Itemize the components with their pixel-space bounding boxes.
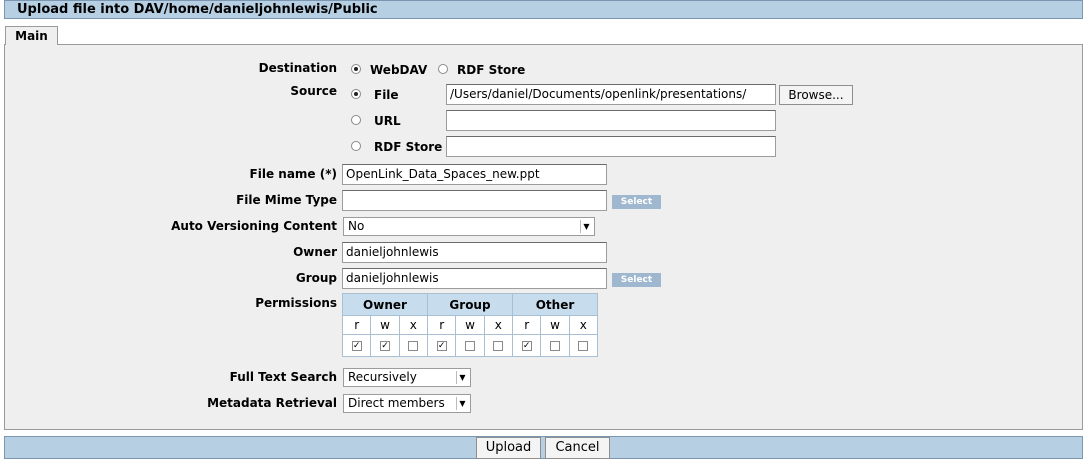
source-url-radio[interactable]	[351, 115, 361, 125]
permission-bit-label: w	[455, 315, 485, 335]
source-rdf-label: RDF Store	[374, 140, 443, 154]
permissions-label: Permissions	[255, 296, 337, 310]
destination-webdav-label: WebDAV	[370, 63, 428, 77]
group-label: Group	[295, 271, 337, 285]
source-rdf-input[interactable]	[446, 136, 776, 157]
mime-select-button[interactable]: Select	[612, 195, 661, 209]
footer-bar	[4, 436, 1083, 459]
destination-rdf-label: RDF Store	[457, 63, 526, 77]
fts-label: Full Text Search	[229, 370, 337, 384]
permission-checkbox[interactable]	[578, 341, 589, 351]
permissions-other-header: Other	[512, 293, 598, 316]
source-label: Source	[290, 84, 337, 98]
permission-cell	[568, 334, 599, 357]
file-name-input[interactable]: OpenLink_Data_Spaces_new.ppt	[342, 164, 607, 185]
versioning-value: No	[348, 219, 365, 233]
file-name-label: File name (*)	[249, 167, 337, 181]
permission-bit-label: r	[426, 315, 457, 335]
fts-select[interactable]: Recursively ▼	[343, 368, 471, 387]
tab-main[interactable]: Main	[5, 26, 58, 45]
permission-checkbox[interactable]	[408, 341, 419, 351]
source-file-label: File	[374, 88, 399, 102]
source-rdf-radio[interactable]	[351, 141, 361, 151]
destination-rdf-radio[interactable]	[438, 64, 448, 74]
permission-checkbox[interactable]	[464, 341, 475, 351]
metadata-select[interactable]: Direct members ▼	[343, 394, 471, 413]
owner-input[interactable]: danieljohnlewis	[342, 242, 607, 263]
mime-type-label: File Mime Type	[236, 193, 337, 207]
page-title: Upload file into DAV/home/danieljohnlewi…	[4, 0, 1083, 19]
group-input[interactable]: danieljohnlewis	[342, 268, 607, 289]
permissions-group-header: Group	[427, 293, 513, 316]
cancel-button[interactable]: Cancel	[545, 437, 610, 459]
permission-cell	[398, 334, 429, 357]
source-file-input[interactable]: /Users/daniel/Documents/openlink/present…	[446, 84, 776, 105]
destination-label: Destination	[258, 61, 337, 75]
fts-value: Recursively	[348, 370, 417, 384]
permission-checkbox[interactable]: ✓	[436, 341, 447, 351]
permission-checkbox[interactable]	[493, 341, 504, 351]
upload-button[interactable]: Upload	[476, 437, 541, 459]
versioning-label: Auto Versioning Content	[171, 219, 337, 233]
browse-button[interactable]: Browse...	[779, 85, 853, 105]
permission-cell	[540, 334, 570, 357]
group-select-button[interactable]: Select	[612, 273, 661, 287]
metadata-label: Metadata Retrieval	[207, 396, 337, 410]
permission-checkbox[interactable]: ✓	[379, 341, 390, 351]
metadata-value: Direct members	[348, 396, 445, 410]
permission-checkbox[interactable]	[549, 341, 560, 351]
permissions-owner-header: Owner	[342, 293, 428, 316]
permissions-table: Owner Group Other rwxrwxrwx ✓ ✓ ✓ ✓	[341, 293, 599, 357]
owner-label: Owner	[293, 245, 337, 259]
permission-bit-label: r	[341, 315, 372, 335]
chevron-down-icon: ▼	[456, 371, 468, 384]
permission-bit-label: x	[483, 315, 514, 335]
source-url-label: URL	[374, 114, 401, 128]
permission-bit-label: r	[511, 315, 542, 335]
permission-cell	[483, 334, 514, 357]
permission-bit-label: w	[370, 315, 400, 335]
permission-bit-label: x	[568, 315, 599, 335]
source-file-radio[interactable]	[351, 89, 361, 99]
versioning-select[interactable]: No ▼	[343, 217, 595, 236]
permission-cell: ✓	[341, 334, 372, 357]
source-url-input[interactable]	[446, 110, 776, 131]
destination-webdav-radio[interactable]	[351, 64, 361, 74]
permission-bit-label: w	[540, 315, 570, 335]
permission-cell: ✓	[511, 334, 542, 357]
permission-cell: ✓	[370, 334, 400, 357]
permission-bit-label: x	[398, 315, 429, 335]
permission-checkbox[interactable]: ✓	[351, 341, 362, 351]
permission-cell: ✓	[426, 334, 457, 357]
chevron-down-icon: ▼	[456, 397, 468, 410]
chevron-down-icon: ▼	[580, 220, 592, 233]
permission-cell	[455, 334, 485, 357]
mime-type-input[interactable]	[342, 190, 607, 211]
permission-checkbox[interactable]: ✓	[521, 341, 532, 351]
